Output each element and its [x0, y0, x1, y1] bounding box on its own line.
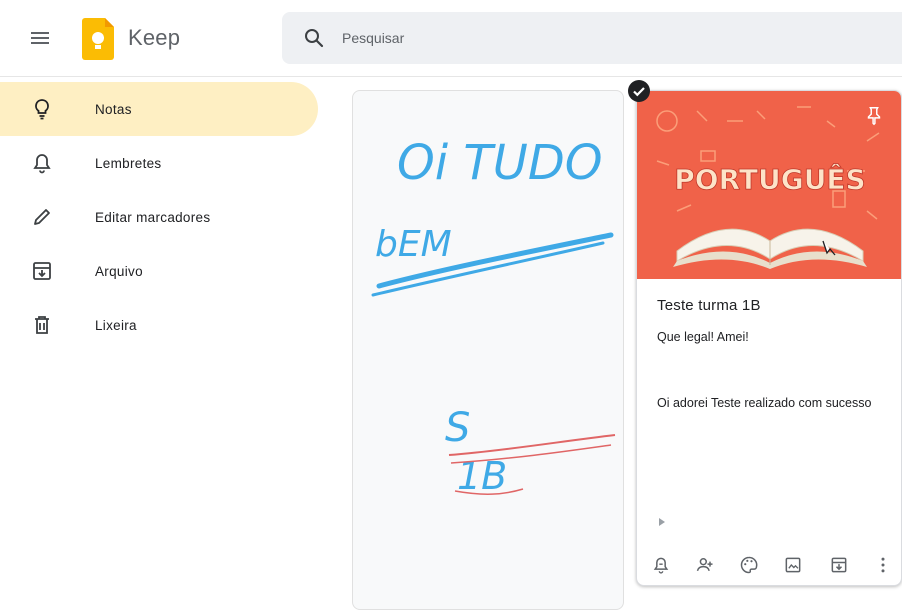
sidebar-item-lembretes[interactable]: Lembretes — [0, 136, 318, 190]
app-title[interactable]: Keep — [128, 25, 180, 51]
header-divider — [0, 76, 902, 77]
remind-me-icon[interactable] — [651, 555, 671, 575]
note-toolbar — [637, 547, 901, 585]
lightbulb-icon — [35, 99, 49, 120]
collaborator-icon[interactable] — [695, 555, 715, 575]
pencil-icon — [34, 209, 50, 225]
sidebar-item-lixeira[interactable]: Lixeira — [0, 298, 318, 352]
keep-logo-icon[interactable] — [82, 18, 114, 60]
sidebar-nav: Notas Lembretes Editar marcadores Arquiv… — [0, 82, 330, 352]
drawing-note-card[interactable]: Oi TUDO bEM S 1B — [352, 90, 624, 610]
sidebar-item-editar-marcadores[interactable]: Editar marcadores — [0, 190, 318, 244]
handwriting-line: Oi TUDO — [397, 135, 603, 191]
palette-icon[interactable] — [739, 555, 759, 575]
handwriting-drawing: Oi TUDO bEM S 1B — [371, 135, 616, 498]
expand-arrow-icon[interactable] — [657, 517, 667, 527]
search-input[interactable] — [342, 12, 882, 64]
note-image: PORTUGUÊS — [637, 91, 901, 279]
app-header: Keep — [0, 0, 902, 78]
handwriting-line: S — [445, 405, 470, 451]
main-menu-icon[interactable] — [28, 26, 52, 50]
sidebar-item-label: Lembretes — [95, 155, 162, 171]
archive-icon[interactable] — [829, 555, 849, 575]
trash-icon — [35, 316, 49, 334]
image-title-text: PORTUGUÊS — [674, 162, 865, 196]
sidebar-item-label: Lixeira — [95, 317, 137, 333]
image-note-card[interactable]: PORTUGUÊS Teste turma 1B Que legal! Amei… — [636, 90, 902, 586]
underline-stroke — [448, 434, 616, 456]
note-body-line: Oi adorei Teste realizado com sucesso — [657, 396, 872, 410]
note-body-line: Que legal! Amei! — [657, 330, 749, 344]
sidebar-item-label: Arquivo — [95, 263, 143, 279]
note-title: Teste turma 1B — [657, 297, 761, 314]
selected-check-icon[interactable] — [628, 80, 650, 102]
sidebar-item-notas[interactable]: Notas — [0, 82, 318, 136]
pin-icon[interactable] — [863, 105, 885, 127]
archive-icon — [33, 262, 51, 280]
sidebar-item-label: Notas — [95, 101, 132, 117]
sidebar-item-label: Editar marcadores — [95, 209, 211, 225]
search-bar[interactable] — [282, 12, 902, 64]
handwriting-line: bEM — [375, 224, 452, 265]
bell-icon — [33, 154, 51, 174]
add-image-icon[interactable] — [783, 555, 803, 575]
more-options-icon[interactable] — [873, 555, 893, 575]
sidebar-item-arquivo[interactable]: Arquivo — [0, 244, 318, 298]
search-icon[interactable] — [302, 26, 326, 50]
